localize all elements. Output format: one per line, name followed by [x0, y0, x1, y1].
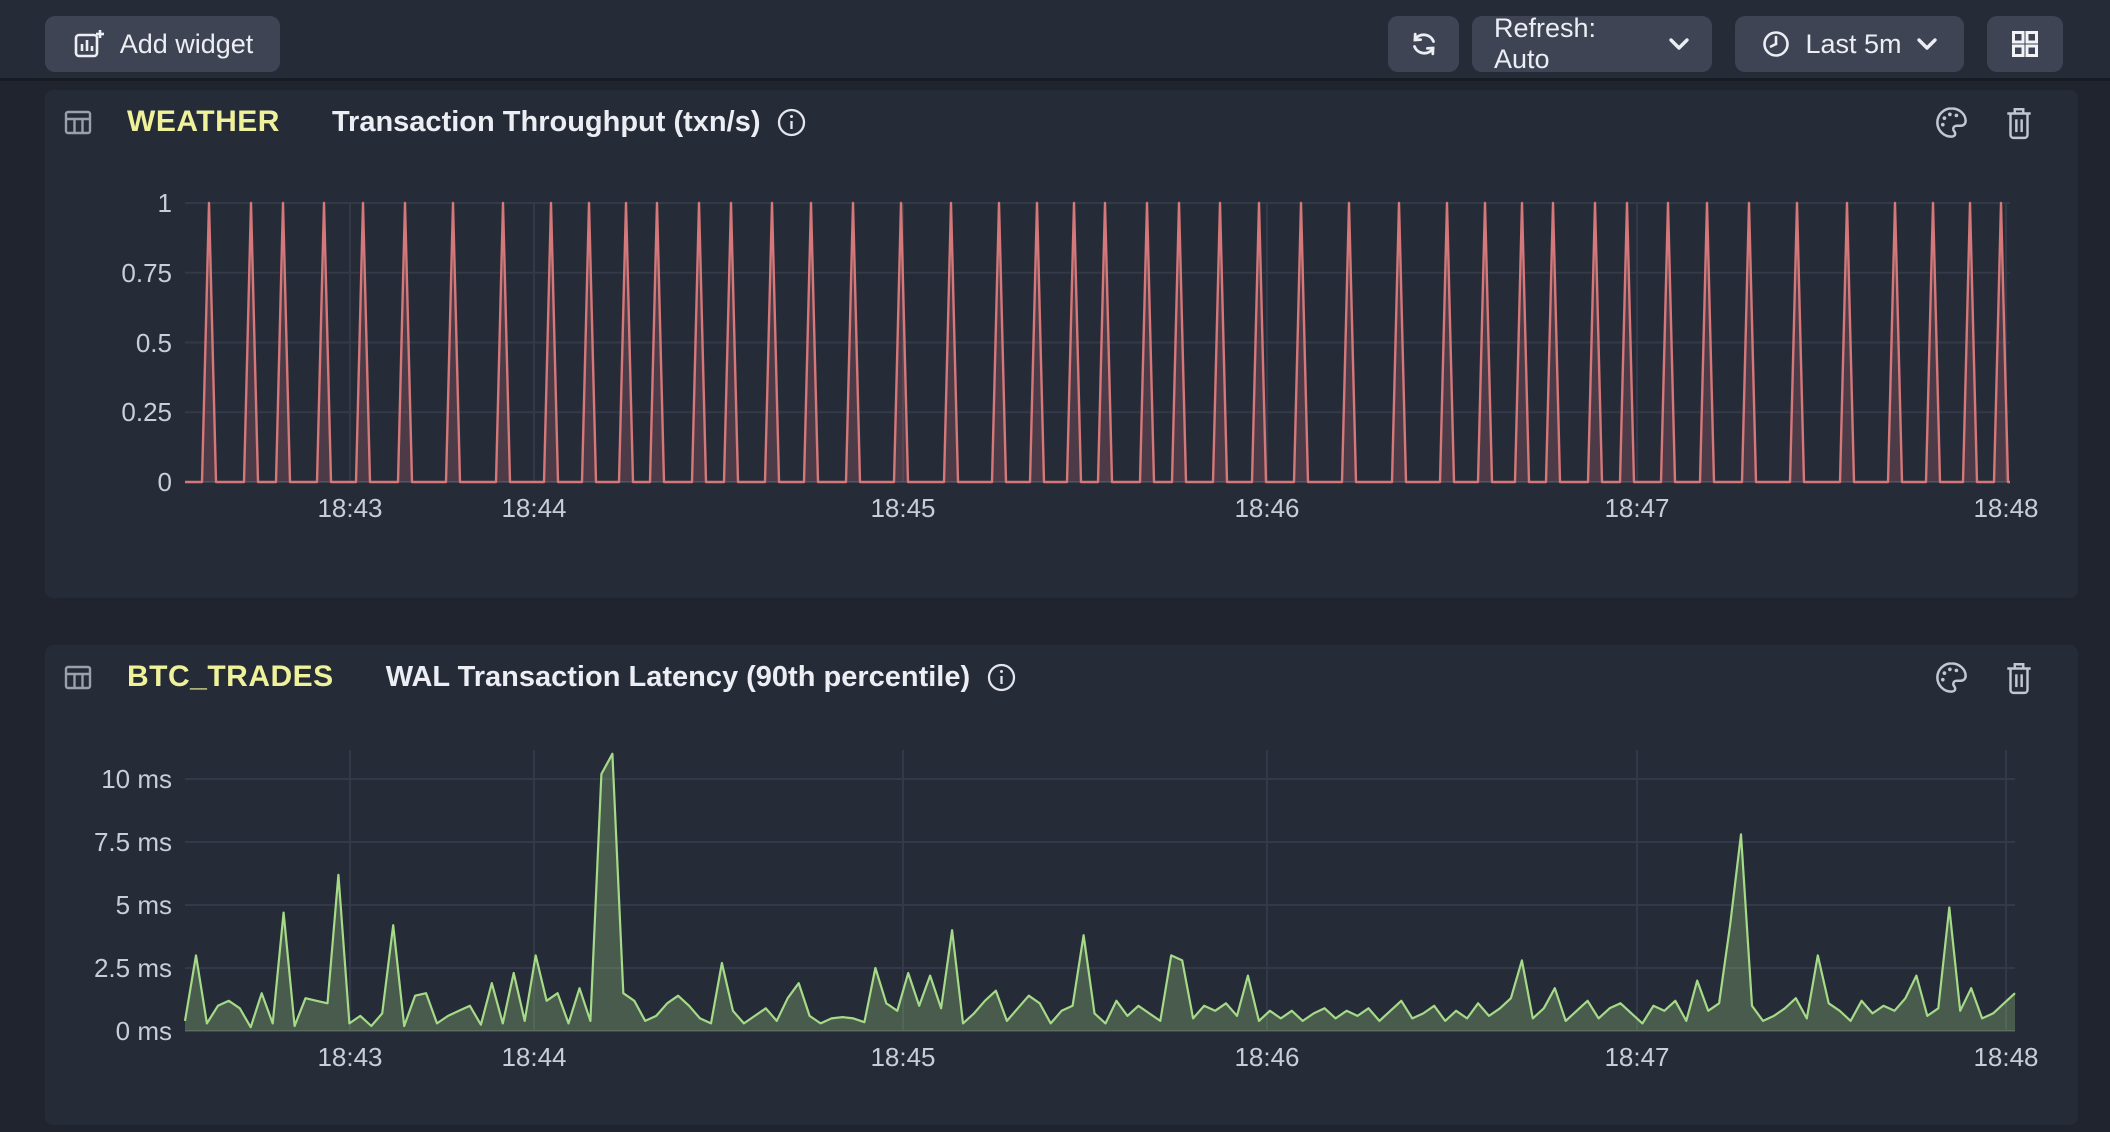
chevron-down-icon [1668, 36, 1690, 52]
dashboard-page: Add widget Refresh: Auto [0, 0, 2110, 1132]
add-widget-label: Add widget [120, 29, 254, 60]
chevron-down-icon [1916, 36, 1938, 52]
x-tick-label: 18:43 [280, 1039, 420, 1075]
x-tick-label: 18:48 [1936, 490, 2076, 526]
panel-header: BTC_TRADES WAL Transaction Latency (90th… [45, 645, 2078, 709]
x-tick-label: 18:44 [464, 490, 604, 526]
palette-icon[interactable] [1933, 104, 1970, 141]
y-tick-label: 1 [42, 185, 172, 221]
chart-plot-area[interactable] [185, 750, 2015, 1031]
table-name[interactable]: WEATHER [127, 105, 280, 139]
table-name[interactable]: BTC_TRADES [127, 660, 334, 694]
y-tick-label: 0.75 [42, 255, 172, 291]
time-range-label: Last 5m [1805, 29, 1901, 60]
x-tick-label: 18:45 [833, 490, 973, 526]
y-tick-label: 0 [42, 464, 172, 500]
chart-plot-area[interactable] [185, 203, 2010, 482]
panel-header: WEATHER Transaction Throughput (txn/s) [45, 90, 2078, 154]
y-tick-label: 0.25 [42, 394, 172, 430]
widget-panel-weather: WEATHER Transaction Throughput (txn/s) [45, 90, 2078, 598]
refresh-mode-label: Refresh: Auto [1494, 13, 1654, 75]
x-tick-label: 18:46 [1197, 1039, 1337, 1075]
y-tick-label: 0.5 [42, 325, 172, 361]
y-tick-label: 7.5 ms [42, 824, 172, 860]
widget-panel-btc-trades: BTC_TRADES WAL Transaction Latency (90th… [45, 645, 2078, 1125]
x-tick-label: 18:47 [1567, 1039, 1707, 1075]
x-tick-label: 18:48 [1936, 1039, 2076, 1075]
y-tick-label: 0 ms [42, 1013, 172, 1049]
add-widget-button[interactable]: Add widget [45, 16, 280, 72]
info-icon[interactable] [986, 662, 1017, 693]
panel-title: Transaction Throughput (txn/s) [332, 106, 761, 139]
x-tick-label: 18:45 [833, 1039, 973, 1075]
x-tick-label: 18:46 [1197, 490, 1337, 526]
y-tick-label: 2.5 ms [42, 950, 172, 986]
refresh-button[interactable] [1388, 16, 1459, 72]
trash-icon[interactable] [2002, 659, 2036, 696]
grid-icon [2009, 28, 2041, 60]
palette-icon[interactable] [1933, 659, 1970, 696]
refresh-mode-dropdown[interactable]: Refresh: Auto [1472, 16, 1712, 72]
info-icon[interactable] [776, 107, 807, 138]
latency-series-fill [185, 754, 2015, 1031]
x-tick-label: 18:47 [1567, 490, 1707, 526]
table-icon [63, 107, 93, 137]
toolbar: Add widget Refresh: Auto [0, 0, 2110, 81]
x-tick-label: 18:44 [464, 1039, 604, 1075]
clock-icon [1761, 29, 1791, 59]
add-widget-icon [72, 27, 106, 61]
trash-icon[interactable] [2002, 104, 2036, 141]
table-icon [63, 662, 93, 692]
y-tick-label: 10 ms [42, 761, 172, 797]
x-tick-label: 18:43 [280, 490, 420, 526]
refresh-icon [1408, 28, 1440, 60]
layout-grid-button[interactable] [1987, 16, 2063, 72]
time-range-dropdown[interactable]: Last 5m [1735, 16, 1964, 72]
y-tick-label: 5 ms [42, 887, 172, 923]
panel-title: WAL Transaction Latency (90th percentile… [386, 661, 970, 694]
